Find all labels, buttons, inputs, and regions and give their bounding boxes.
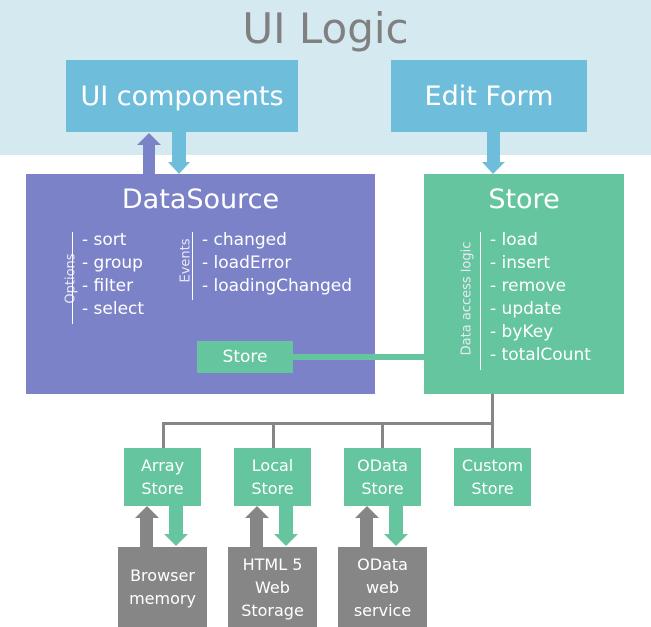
- arrow-down-icon: [274, 506, 298, 546]
- arrows-layer: [135, 132, 505, 547]
- arrow-up-icon: [245, 506, 269, 547]
- arrow-down-icon: [384, 506, 408, 546]
- arrow-down-icon: [168, 132, 190, 174]
- arrow-up-icon: [135, 506, 159, 547]
- arrow-up-icon: [137, 133, 161, 174]
- arrow-down-icon: [482, 132, 505, 174]
- arrow-up-icon: [355, 506, 379, 547]
- arrow-down-icon: [164, 506, 188, 546]
